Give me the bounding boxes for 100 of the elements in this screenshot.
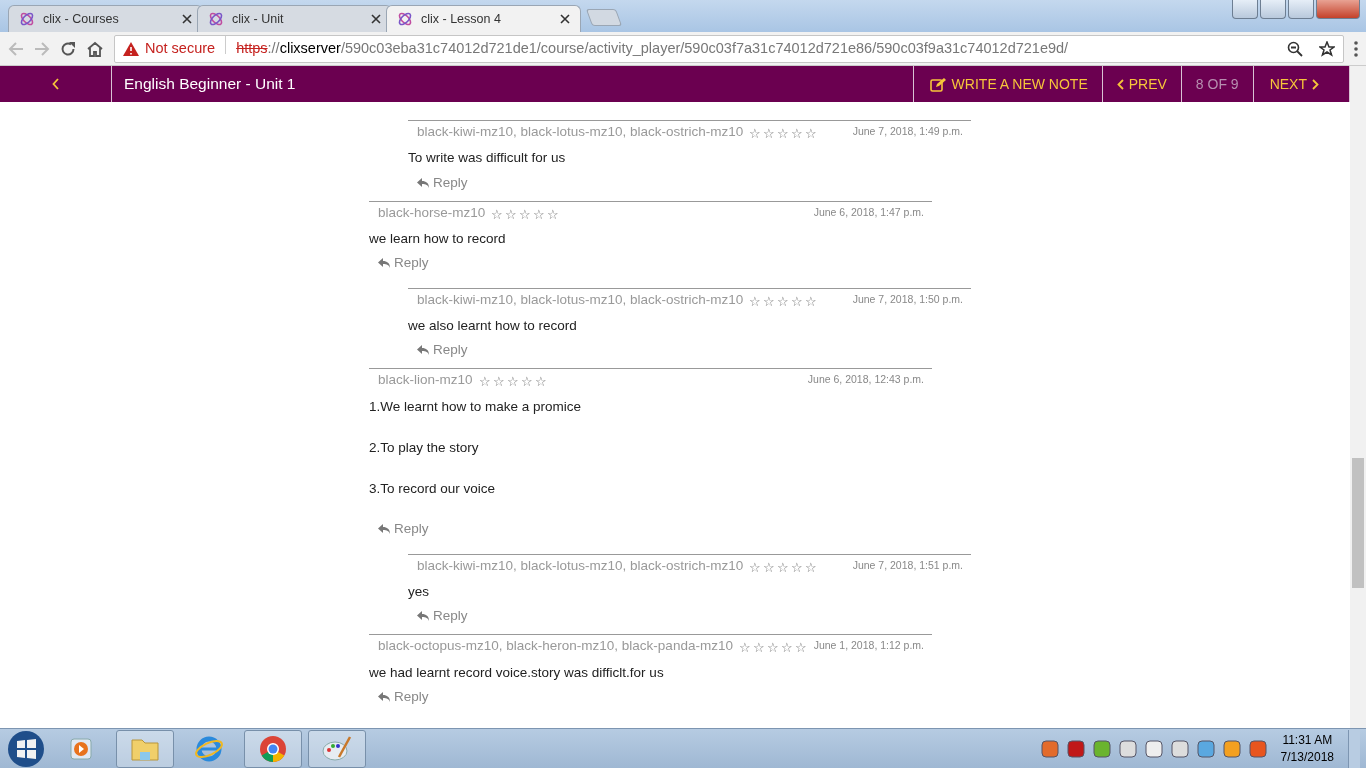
star-icon[interactable]: ☆: [738, 641, 751, 655]
paint-icon[interactable]: [308, 729, 366, 768]
show-desktop-button[interactable]: [1348, 729, 1360, 768]
zoom-out-icon[interactable]: [1287, 40, 1303, 57]
reply-icon: [377, 257, 391, 270]
comment-text: we learn how to record: [369, 230, 507, 248]
star-icon[interactable]: ☆: [777, 560, 790, 574]
star-icon[interactable]: ☆: [478, 375, 491, 389]
star-icon[interactable]: ☆: [780, 641, 793, 655]
reply-icon: [377, 690, 391, 703]
comment-date: June 7, 2018, 1:49 p.m.: [852, 124, 963, 139]
logo-icon: [19, 11, 35, 27]
reply-icon: [416, 176, 430, 189]
chevron-right-icon: [1312, 78, 1319, 90]
comment-date: June 7, 2018, 1:50 p.m.: [852, 291, 963, 307]
close-button[interactable]: [1316, 0, 1360, 19]
comment-author: black-lion-mz10: [378, 371, 473, 390]
reply-button[interactable]: Reply: [377, 253, 429, 274]
home-icon[interactable]: [86, 40, 104, 57]
star-icon[interactable]: ☆: [505, 207, 518, 221]
scrollbar-thumb[interactable]: [1352, 458, 1364, 588]
star-icon[interactable]: [1319, 40, 1335, 57]
star-icon[interactable]: ☆: [791, 294, 804, 308]
comment-author: black-horse-mz10: [378, 203, 486, 222]
star-icon[interactable]: ☆: [752, 641, 765, 655]
star-icon[interactable]: ☆: [491, 207, 504, 221]
star-icon[interactable]: ☆: [766, 641, 779, 655]
comment-date: June 7, 2018, 1:51 p.m.: [852, 557, 963, 573]
reply-icon: [416, 344, 430, 357]
comment-date: June 1, 2018, 1:12 p.m.: [813, 638, 924, 654]
logo-icon: [208, 11, 224, 27]
chevron-left-icon: [1116, 78, 1124, 90]
comment-author: black-octopus-mz10, black-heron-mz10, black-panda-mz10: [378, 637, 733, 656]
reply-button[interactable]: Reply: [377, 519, 429, 540]
star-icon[interactable]: ☆: [763, 294, 776, 308]
reload-icon[interactable]: [60, 40, 76, 57]
comment-text: 1.We learnt how to make a promice: [369, 397, 583, 416]
chevron-left-icon: [51, 78, 60, 90]
star-icon[interactable]: ☆: [791, 560, 804, 574]
forward-icon[interactable]: [34, 40, 50, 57]
reply-icon: [416, 610, 430, 623]
star-icon[interactable]: ☆: [794, 641, 807, 655]
minimize-button[interactable]: [1260, 0, 1286, 19]
comment-date: June 6, 2018, 12:43 p.m.: [807, 372, 924, 388]
scrollbar[interactable]: [1350, 66, 1366, 728]
star-icon[interactable]: ☆: [547, 207, 560, 221]
star-rating[interactable]: ☆☆☆☆☆: [749, 294, 818, 308]
edit-icon: [929, 76, 947, 92]
star-icon[interactable]: ☆: [791, 127, 804, 140]
clock-date: 7/13/2018: [1280, 748, 1334, 766]
reply-button[interactable]: Reply: [416, 340, 468, 361]
star-icon[interactable]: ☆: [749, 560, 762, 574]
comment-date: June 6, 2018, 1:47 p.m.: [813, 204, 924, 220]
star-icon[interactable]: ☆: [805, 127, 818, 140]
star-icon[interactable]: ☆: [777, 294, 790, 308]
star-rating[interactable]: ☆☆☆☆☆: [491, 207, 560, 221]
course-title: English Beginner - Unit 1: [123, 74, 297, 95]
star-icon[interactable]: ☆: [749, 127, 762, 140]
maximize-button[interactable]: [1288, 0, 1314, 19]
folder-icon[interactable]: [116, 729, 174, 768]
star-icon[interactable]: ☆: [763, 127, 776, 140]
address-bar[interactable]: Not secure https://clixserver/590c03eba31c74012d721de1/course/activity_player/590c03f7a31c74012d721e86/590c03f9a31c74012d721e9d/: [114, 34, 1344, 63]
star-rating[interactable]: ☆☆☆☆☆: [478, 375, 547, 389]
star-icon[interactable]: ☆: [749, 294, 762, 308]
comment-text: 2.To play the story: [369, 438, 480, 457]
security-label[interactable]: Not secure: [145, 37, 216, 60]
logo-icon: [397, 11, 413, 27]
start-button[interactable]: [6, 728, 46, 768]
browser-tab[interactable]: clix - Lesson 4: [386, 5, 581, 32]
star-icon[interactable]: ☆: [519, 207, 532, 221]
comment-author: black-kiwi-mz10, black-lotus-mz10, black-ostrich-mz10: [417, 556, 744, 575]
star-icon[interactable]: ☆: [533, 207, 546, 221]
star-icon[interactable]: ☆: [805, 294, 818, 308]
comment-text: To write was difficult for us: [408, 149, 567, 168]
reply-button[interactable]: Reply: [416, 606, 468, 627]
star-icon[interactable]: ☆: [805, 560, 818, 574]
star-icon[interactable]: ☆: [520, 375, 533, 389]
comment-text: yes: [408, 582, 430, 601]
reply-icon: [377, 523, 391, 536]
comment-author: black-kiwi-mz10, black-lotus-mz10, black-ostrich-mz10: [417, 123, 744, 141]
star-icon[interactable]: ☆: [763, 560, 776, 574]
star-rating[interactable]: ☆☆☆☆☆: [749, 560, 818, 574]
star-rating[interactable]: ☆☆☆☆☆: [738, 641, 807, 655]
clock-time: 11:31 AM: [1281, 731, 1334, 749]
warning-icon: [123, 41, 139, 56]
comment-author: black-kiwi-mz10, black-lotus-mz10, black-ostrich-mz10: [417, 290, 744, 309]
url-text[interactable]: https://clixserver/590c03eba31c74012d721de1/course/activity_player/590c03f7a31c74012d721e86/590c03f9a31c74012d721e9d/: [236, 37, 1069, 60]
star-icon[interactable]: ☆: [534, 375, 547, 389]
chrome-icon[interactable]: [244, 729, 302, 768]
star-icon[interactable]: ☆: [777, 127, 790, 140]
star-icon[interactable]: ☆: [492, 375, 505, 389]
profile-button[interactable]: [1232, 0, 1258, 19]
comment-text: 3.To record our voice: [369, 480, 497, 498]
back-icon[interactable]: [8, 40, 24, 57]
star-icon[interactable]: ☆: [506, 375, 519, 389]
reply-button[interactable]: Reply: [416, 172, 468, 193]
comment-text: we had learnt record voice.story was difficlt.for us: [369, 663, 665, 682]
reply-button[interactable]: Reply: [377, 686, 429, 707]
star-rating[interactable]: ☆☆☆☆☆: [749, 127, 818, 140]
comment-text: we also learnt how to record: [408, 316, 578, 335]
